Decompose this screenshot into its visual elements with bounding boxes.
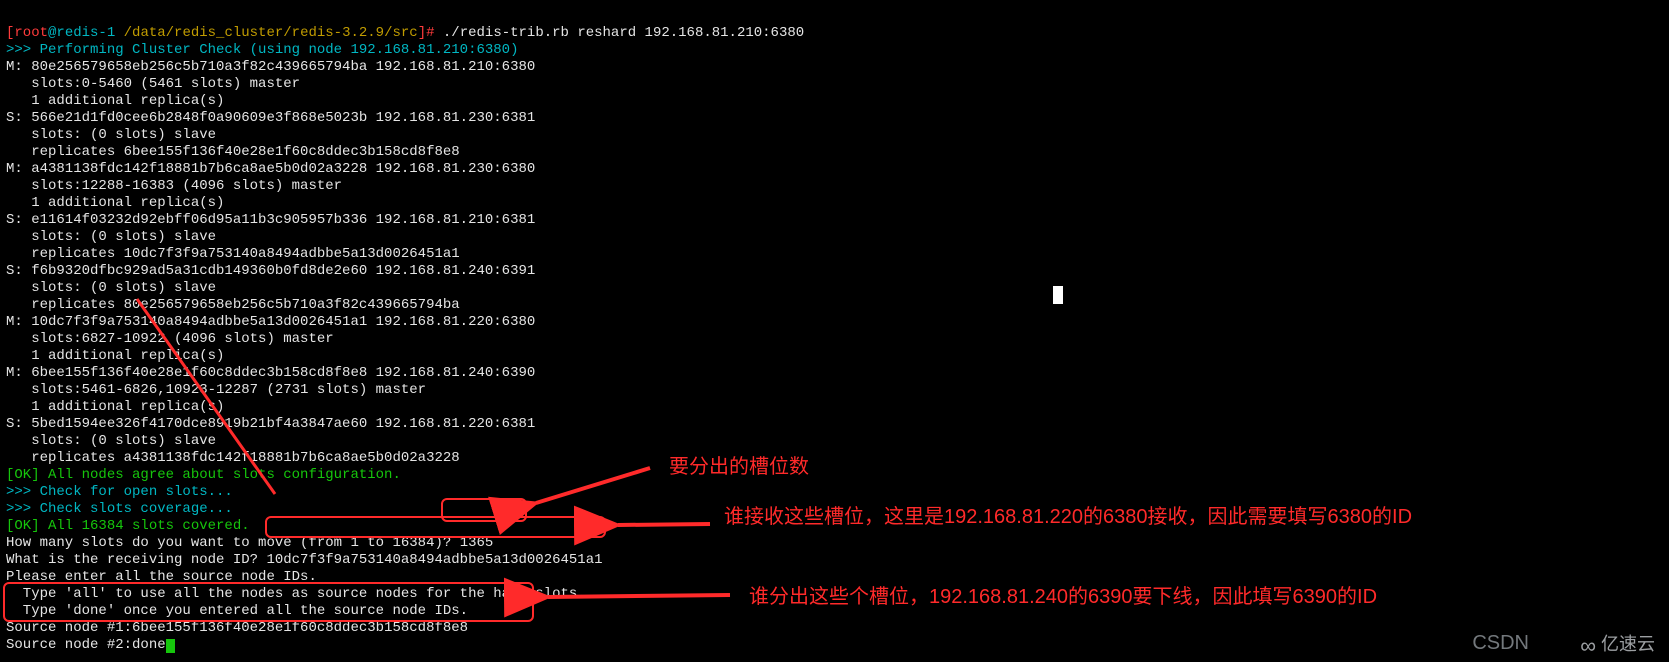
watermark-yisu: ∞ 亿速云 — [1580, 636, 1655, 654]
line: slots: (0 slots) slave — [6, 229, 216, 245]
line: slots:6827-10922 (4096 slots) master — [6, 331, 334, 347]
line: S: 566e21d1fd0cee6b2848f0a90609e3f868e50… — [6, 110, 535, 126]
line: M: 6bee155f136f40e28e1f60c8ddec3b158cd8f… — [6, 365, 535, 381]
line: 1 additional replica(s) — [6, 195, 224, 211]
line: replicates 10dc7f3f9a753140a8494adbbe5a1… — [6, 246, 460, 262]
command-text[interactable]: ./redis-trib.rb reshard 192.168.81.210:6… — [443, 25, 804, 41]
input-slots-value[interactable]: 1365 — [460, 535, 494, 551]
input-source-node-1[interactable]: Source node #1:6bee155f136f40e28e1f60c8d… — [6, 620, 468, 636]
input-source-node-2[interactable]: Source node #2:done — [6, 637, 166, 653]
line: 1 additional replica(s) — [6, 93, 224, 109]
line: >>> Check for open slots... — [6, 484, 233, 500]
annotation-slots-count: 要分出的槽位数 — [669, 454, 809, 480]
line-ok: [OK] All nodes agree about slots configu… — [6, 467, 401, 483]
cursor-icon — [166, 639, 175, 653]
line: S: e11614f03232d92ebff06d95a11b3c905957b… — [6, 212, 535, 228]
line: Type 'all' to use all the nodes as sourc… — [6, 586, 586, 602]
line: 1 additional replica(s) — [6, 399, 224, 415]
line: slots: (0 slots) slave — [6, 280, 216, 296]
line: replicates a4381138fdc142f18881b7b6ca8ae… — [6, 450, 460, 466]
prompt-path: /data/redis_cluster/redis-3.2.9/src — [115, 25, 417, 41]
annotation-source-node: 谁分出这些个槽位，192.168.81.240的6390要下线，因此填写6390… — [749, 584, 1489, 610]
infinity-icon: ∞ — [1580, 633, 1596, 658]
line: Please enter all the source node IDs. — [6, 569, 317, 585]
line: M: 80e256579658eb256c5b710a3f82c43966579… — [6, 59, 535, 75]
remote-cursor-icon — [1053, 286, 1063, 304]
line: >>> Check slots coverage... — [6, 501, 233, 517]
prompt-user: root — [14, 25, 48, 41]
line: slots:0-5460 (5461 slots) master — [6, 76, 300, 92]
prompt-bracket-close: ]# — [418, 25, 443, 41]
line: replicates 6bee155f136f40e28e1f60c8ddec3… — [6, 144, 460, 160]
watermark-csdn: CSDN — [1472, 635, 1529, 652]
line: S: f6b9320dfbc929ad5a31cdb149360b0fd8de2… — [6, 263, 535, 279]
input-receiving-node-id[interactable]: 10dc7f3f9a753140a8494adbbe5a13d0026451a1 — [266, 552, 602, 568]
line: 1 additional replica(s) — [6, 348, 224, 364]
prompt-receiving-node: What is the receiving node ID? — [6, 552, 266, 568]
line: slots:12288-16383 (4096 slots) master — [6, 178, 342, 194]
line: >>> Performing Cluster Check (using node… — [6, 42, 518, 58]
line: Type 'done' once you entered all the sou… — [6, 603, 468, 619]
line-ok: [OK] All 16384 slots covered. — [6, 518, 250, 534]
prompt-host: redis-1 — [56, 25, 115, 41]
line: S: 5bed1594ee326f4170dce8919b21bf4a3847a… — [6, 416, 535, 432]
line: M: a4381138fdc142f18881b7b6ca8ae5b0d02a3… — [6, 161, 535, 177]
terminal-output: [root@redis-1 /data/redis_cluster/redis-… — [6, 8, 804, 654]
annotation-receiving-node: 谁接收这些槽位，这里是192.168.81.220的6380接收，因此需要填写6… — [724, 504, 1464, 530]
line: slots: (0 slots) slave — [6, 127, 216, 143]
line: slots:5461-6826,10923-12287 (2731 slots)… — [6, 382, 426, 398]
prompt-slots-question: How many slots do you want to move (from… — [6, 535, 460, 551]
line: M: 10dc7f3f9a753140a8494adbbe5a13d002645… — [6, 314, 535, 330]
line: slots: (0 slots) slave — [6, 433, 216, 449]
line: replicates 80e256579658eb256c5b710a3f82c… — [6, 297, 460, 313]
